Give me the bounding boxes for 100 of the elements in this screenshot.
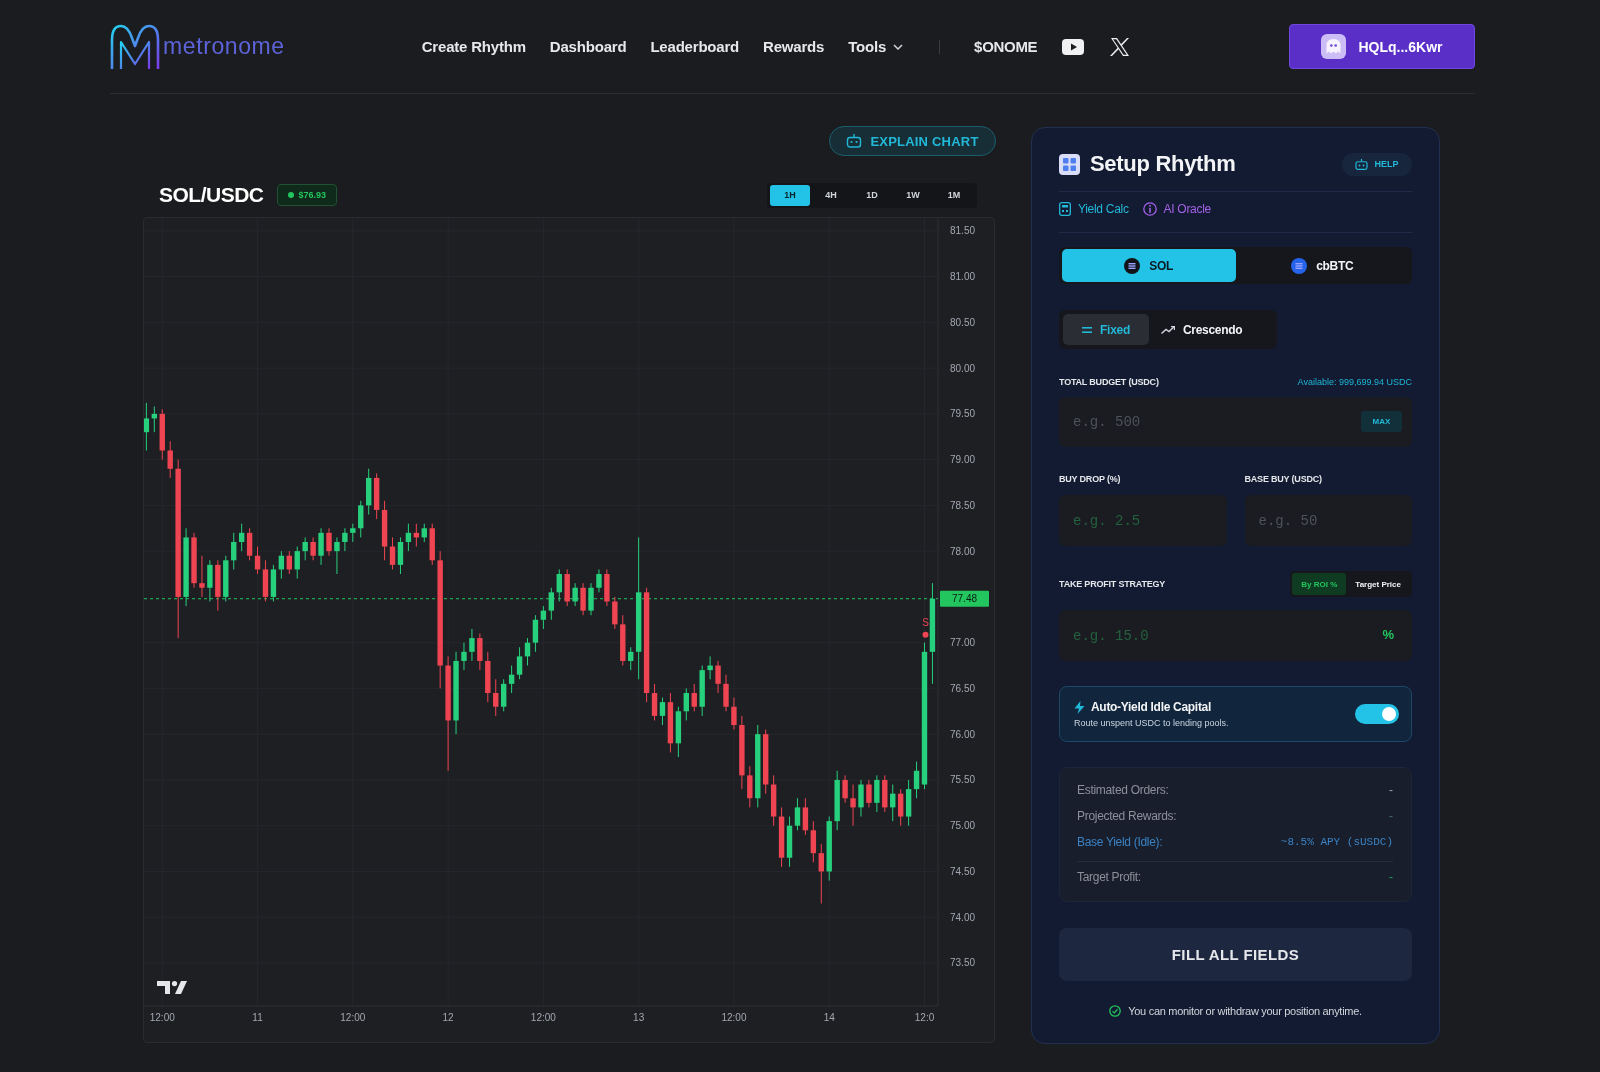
candle xyxy=(556,568,562,602)
tool-link[interactable]: AI Oracle xyxy=(1142,202,1211,216)
nav-link[interactable]: Leaderboard xyxy=(650,38,740,55)
candle xyxy=(302,536,308,561)
candle xyxy=(167,440,173,479)
candle xyxy=(191,532,197,589)
candle xyxy=(572,582,578,607)
unit-label: % xyxy=(1382,627,1394,643)
chart-logo-icon[interactable] xyxy=(157,981,187,994)
price-text: $76.93 xyxy=(298,190,327,200)
summary-value: - xyxy=(1389,783,1393,797)
candle xyxy=(580,582,586,616)
candle xyxy=(858,779,864,818)
candle xyxy=(318,527,324,566)
candle xyxy=(429,523,435,566)
candle xyxy=(699,665,705,717)
candle xyxy=(588,582,594,616)
tool-link[interactable]: Yield Calc xyxy=(1059,202,1129,216)
candle xyxy=(723,674,729,712)
robot-icon xyxy=(846,134,863,148)
max-button[interactable]: MAX xyxy=(1361,411,1402,432)
card-subtitle: Route unspent USDC to lending pools. xyxy=(1074,718,1229,728)
bolt-icon xyxy=(1074,700,1085,714)
x-axis-label: 12 xyxy=(442,1012,454,1023)
candle xyxy=(842,774,848,804)
input-field[interactable]: e.g. 50 xyxy=(1244,495,1412,546)
play-icon[interactable] xyxy=(1062,38,1085,55)
summary-label: Projected Rewards: xyxy=(1077,809,1177,823)
price-label: 77.48 xyxy=(940,590,989,607)
toggle-switch[interactable] xyxy=(1355,704,1399,724)
summary-label: Base Yield (Idle): xyxy=(1077,835,1163,849)
candle xyxy=(223,555,229,602)
y-axis-label: 75.00 xyxy=(950,820,976,832)
candle xyxy=(159,408,165,461)
ghost-icon xyxy=(1321,34,1347,59)
y-axis-label: 76.00 xyxy=(950,728,976,740)
token-link[interactable]: $ONOME xyxy=(974,38,1038,55)
calculator-icon xyxy=(1059,202,1071,216)
field-label: TAKE PROFIT STRATEGY xyxy=(1059,579,1166,589)
robot-icon xyxy=(1355,158,1369,170)
panel-title: Setup Rhythm xyxy=(1090,151,1236,177)
wallet-button[interactable]: HQLq...6Kwr xyxy=(1289,24,1475,69)
candle xyxy=(747,765,753,808)
strategy-tab[interactable]: By ROI % xyxy=(1292,573,1347,595)
field-label: TOTAL BUDGET (USDC) xyxy=(1059,377,1159,387)
candle xyxy=(850,784,856,827)
candle xyxy=(350,523,356,543)
nav-link[interactable]: Tools xyxy=(848,38,904,55)
available-balance: Available: 999,699.94 USDC xyxy=(1297,377,1412,387)
grid-icon xyxy=(1059,153,1080,175)
candle xyxy=(326,527,332,557)
y-axis-label: 77.00 xyxy=(950,637,976,649)
x-axis-label: 11 xyxy=(252,1012,263,1023)
mode-tab[interactable]: Crescendo xyxy=(1149,314,1255,345)
logo-icon[interactable] xyxy=(110,23,160,70)
timeframe-tab[interactable]: 1W xyxy=(893,184,933,206)
timeframe-tab[interactable]: 4H xyxy=(811,184,851,206)
explain-chart-button[interactable]: EXPLAIN CHART xyxy=(829,126,996,156)
x-axis-label: 12:0 xyxy=(914,1012,935,1023)
y-axis-label: 78.50 xyxy=(950,499,976,511)
equals-icon xyxy=(1082,326,1093,333)
candle xyxy=(207,559,213,602)
candle xyxy=(890,784,896,822)
candle xyxy=(294,546,300,580)
mode-tab[interactable]: Fixed xyxy=(1063,314,1149,345)
timeframe-tab[interactable]: 1H xyxy=(770,184,810,206)
y-axis-label: 73.50 xyxy=(950,957,976,969)
y-axis-label: 79.00 xyxy=(950,454,976,466)
help-button[interactable]: HELP xyxy=(1342,152,1412,176)
timeframe-tab[interactable]: 1M xyxy=(934,184,974,206)
strategy-tab[interactable]: Target Price xyxy=(1346,573,1410,595)
candle xyxy=(199,555,205,598)
candle xyxy=(310,536,316,561)
x-axis-label: 13 xyxy=(633,1012,645,1023)
summary-value: - xyxy=(1389,809,1393,823)
candle xyxy=(485,651,491,703)
x-icon[interactable] xyxy=(1110,37,1131,56)
pair-title: SOL/USDC xyxy=(159,183,264,207)
candle xyxy=(564,568,570,607)
x-axis-label: 12:00 xyxy=(340,1012,366,1023)
candle xyxy=(691,683,697,712)
field-label: BUY DROP (%) xyxy=(1059,474,1122,485)
asset-tab[interactable]: SOL xyxy=(1062,249,1236,282)
candle xyxy=(493,678,499,717)
timeframe-tab[interactable]: 1D xyxy=(852,184,892,206)
candle xyxy=(461,642,467,671)
summary-label: Target Profit: xyxy=(1077,870,1141,884)
card-title: Auto-Yield Idle Capital xyxy=(1091,700,1211,714)
asset-tab[interactable]: cbBTC xyxy=(1235,249,1409,282)
trend-icon xyxy=(1161,325,1175,334)
nav-link[interactable]: Rewards xyxy=(763,38,825,55)
check-circle-icon xyxy=(1109,1005,1122,1017)
candle xyxy=(477,633,483,671)
nav-link[interactable]: Dashboard xyxy=(549,38,627,55)
summary-value: ~8.5% APY (sUSDC) xyxy=(1280,836,1393,848)
x-axis-label: 12:00 xyxy=(721,1012,747,1023)
nav-link[interactable]: Create Rhythm xyxy=(421,38,526,55)
input-field[interactable]: e.g. 2.5 xyxy=(1059,495,1227,546)
candle xyxy=(882,774,888,813)
candle xyxy=(342,527,348,552)
